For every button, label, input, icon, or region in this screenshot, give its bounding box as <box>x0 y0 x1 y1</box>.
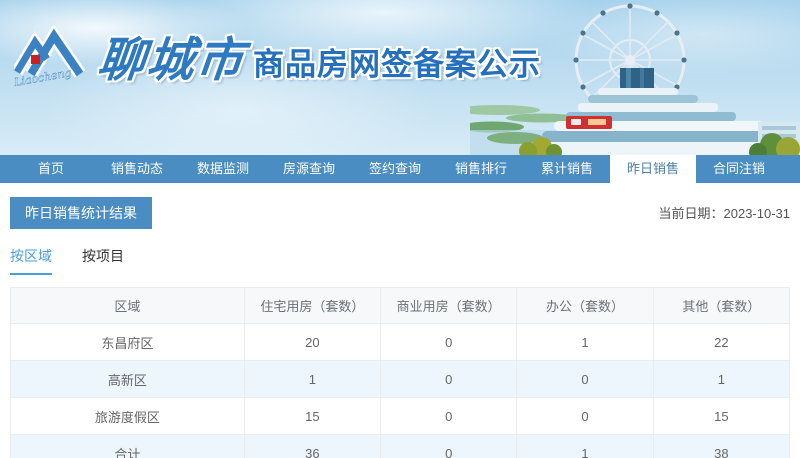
value-cell: 38 <box>652 434 791 458</box>
value-cell: 15 <box>243 397 382 435</box>
site-title: 商品房网签备案公示 <box>253 47 541 82</box>
sales-table-wrap: 区域 住宅用房（套数） 商业用房（套数） 办公（套数） 其他（套数） 东昌府区 20 0 1 2… <box>10 287 791 458</box>
region-cell: 旅游度假区 <box>10 397 245 435</box>
current-date-value: 2023-10-31 <box>723 206 791 221</box>
value-cell: 1 <box>516 323 654 361</box>
building <box>530 68 800 155</box>
site-banner: Liaocheng 聊城市 商品房网签备案公示 <box>0 0 800 155</box>
table-row-3: 旅游度假区 15 0 0 15 <box>10 397 791 435</box>
city-name: 聊城市 <box>95 33 248 88</box>
nav-item-1[interactable]: 首页 <box>8 155 94 183</box>
nav-item-6[interactable]: 销售排行 <box>438 155 524 183</box>
tab-1[interactable]: 按区域 <box>10 246 52 275</box>
current-date-label: 当前日期： <box>658 206 724 221</box>
column-header-3: 商业用房（套数） <box>380 287 518 324</box>
nav-item-2[interactable]: 销售动态 <box>94 155 180 183</box>
nav-item-3[interactable]: 数据监测 <box>180 155 266 183</box>
value-cell: 0 <box>380 434 518 458</box>
nav-item-7[interactable]: 累计销售 <box>524 155 610 183</box>
column-header-1: 区域 <box>10 287 245 324</box>
value-cell: 20 <box>243 323 382 361</box>
tab-2[interactable]: 按项目 <box>82 246 124 275</box>
value-cell: 0 <box>380 397 518 435</box>
value-cell: 36 <box>243 434 382 458</box>
region-cell: 合计 <box>10 434 245 458</box>
column-header-2: 住宅用房（套数） <box>243 287 382 324</box>
region-cell: 东昌府区 <box>10 323 245 361</box>
value-cell: 15 <box>652 397 791 435</box>
nav-item-8[interactable]: 昨日销售 <box>610 155 696 183</box>
table-row-1: 东昌府区 20 0 1 22 <box>10 323 791 361</box>
sales-table: 区域 住宅用房（套数） 商业用房（套数） 办公（套数） 其他（套数） 东昌府区 20 0 1 2… <box>10 287 791 458</box>
table-header-row: 区域 住宅用房（套数） 商业用房（套数） 办公（套数） 其他（套数） <box>10 287 791 324</box>
nav-item-9[interactable]: 合同注销 <box>696 155 782 183</box>
tabs: 按区域 按项目 <box>10 246 790 275</box>
column-header-4: 办公（套数） <box>516 287 654 324</box>
table-row-4: 合计 36 0 1 38 <box>10 434 791 458</box>
value-cell: 22 <box>652 323 791 361</box>
value-cell: 1 <box>516 434 654 458</box>
nav-item-4[interactable]: 房源查询 <box>266 155 352 183</box>
value-cell: 0 <box>516 360 654 398</box>
value-cell: 0 <box>380 323 518 361</box>
nav-bar: 首页 销售动态 数据监测 房源查询 签约查询 销售排行 累计销售 昨日销售 合同注销 <box>0 155 800 183</box>
column-header-5: 其他（套数） <box>652 287 791 324</box>
value-cell: 0 <box>516 397 654 435</box>
nav-item-5[interactable]: 签约查询 <box>352 155 438 183</box>
liaocheng-logo: Liaocheng <box>14 26 86 89</box>
current-date: 当前日期：2023-10-31 <box>658 203 790 222</box>
table-row-2: 高新区 1 0 0 1 <box>10 360 791 398</box>
page-title: 昨日销售统计结果 <box>10 197 152 229</box>
value-cell: 0 <box>380 360 518 398</box>
value-cell: 1 <box>243 360 382 398</box>
table-body: 东昌府区 20 0 1 22 高新区 1 0 0 1 旅游度假区 15 0 0 15 合计 36 0 1 38 <box>10 323 791 458</box>
region-cell: 高新区 <box>10 360 245 398</box>
value-cell: 1 <box>652 360 791 398</box>
